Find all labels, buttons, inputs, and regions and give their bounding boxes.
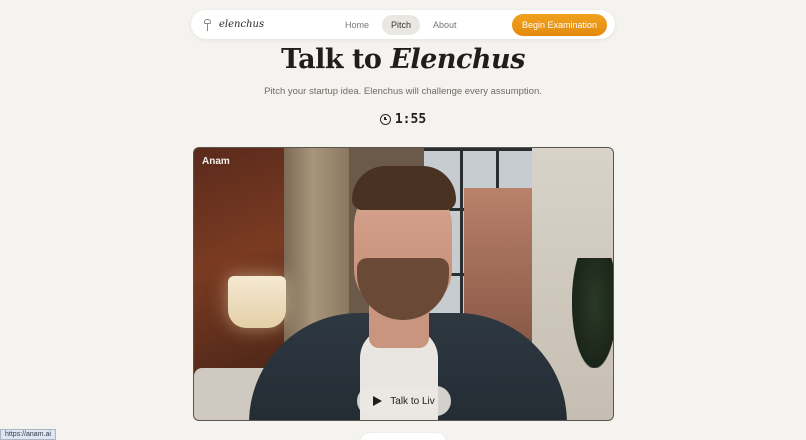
- talk-to-liv-button[interactable]: Talk to Liv: [357, 386, 451, 416]
- title-emphasis: Elenchus: [390, 44, 525, 75]
- video-watermark: Anam: [202, 156, 230, 167]
- brand[interactable]: elenchus: [203, 18, 323, 31]
- video-lamp: [228, 276, 286, 328]
- bottom-button[interactable]: [360, 433, 446, 440]
- begin-examination-button[interactable]: Begin Examination: [511, 13, 607, 36]
- nav-links: Home Pitch About: [336, 14, 466, 35]
- timer-value: 1:55: [394, 112, 427, 127]
- top-navbar: elenchus Home Pitch About Begin Examinat…: [191, 10, 615, 39]
- page-title: Talk to Elenchus: [0, 44, 806, 75]
- clock-icon: [379, 114, 391, 125]
- nav-link-pitch[interactable]: Pitch: [382, 14, 421, 35]
- play-icon: [373, 396, 383, 406]
- page-subtitle: Pitch your startup idea. Elenchus will c…: [264, 86, 542, 97]
- avatar-video[interactable]: Anam Talk to Liv: [193, 147, 614, 421]
- nav-link-home[interactable]: Home: [336, 15, 378, 35]
- title-prefix: Talk to: [281, 44, 391, 75]
- status-bar-url: https://anam.ai: [0, 429, 56, 440]
- nav-link-about[interactable]: About: [424, 15, 466, 35]
- talk-button-label: Talk to Liv: [390, 395, 435, 407]
- brand-name: elenchus: [219, 19, 265, 30]
- video-plant: [572, 258, 613, 368]
- countdown-timer: 1:55: [0, 112, 806, 127]
- pen-icon: [203, 18, 212, 31]
- avatar-hair: [352, 166, 456, 210]
